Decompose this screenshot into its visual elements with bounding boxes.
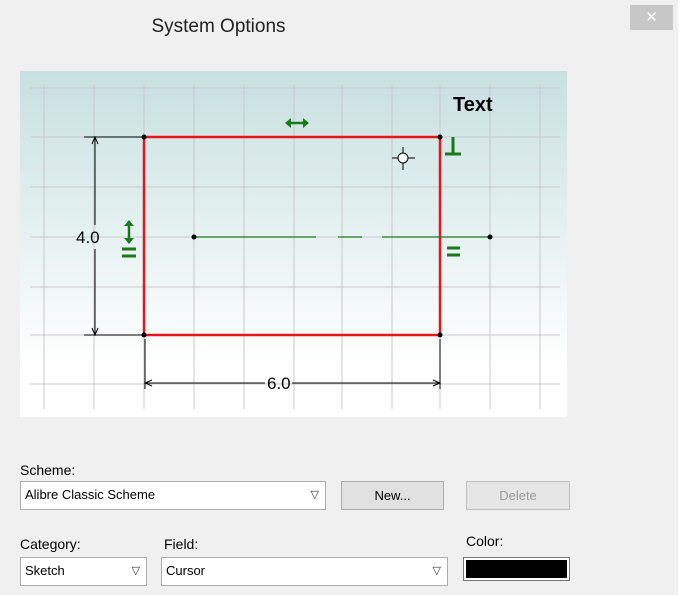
sketch-preview-canvas: 4.0 6.0 Text [30, 85, 560, 409]
new-scheme-button[interactable]: New... [341, 481, 444, 510]
title-bar: System Options ✕ [0, 0, 681, 52]
delete-scheme-button[interactable]: Delete [466, 481, 570, 510]
chevron-down-icon: ▽ [432, 565, 441, 577]
color-label: Color: [466, 533, 504, 549]
sample-text: Text [453, 94, 493, 116]
perpendicular-constraint-icon [445, 137, 461, 156]
color-swatch [466, 560, 567, 578]
field-value: Cursor [166, 563, 206, 578]
horizontal-constraint-icon [285, 118, 309, 128]
color-swatch-button[interactable] [463, 557, 570, 581]
height-dimension-label: 4.0 [76, 228, 100, 247]
chevron-down-icon: ▽ [310, 489, 319, 501]
category-dropdown[interactable]: Sketch ▽ [20, 557, 147, 586]
line-endpoint [191, 234, 197, 240]
window-title: System Options [151, 16, 286, 37]
grid [30, 85, 560, 409]
width-dimension-label: 6.0 [267, 374, 291, 393]
scheme-dropdown[interactable]: Alibre Classic Scheme ▽ [20, 481, 326, 510]
category-value: Sketch [25, 563, 65, 578]
field-label: Field: [164, 536, 199, 552]
category-label: Category: [20, 536, 81, 552]
crosshair-cursor-icon [392, 147, 415, 170]
width-dimension[interactable] [143, 339, 442, 389]
rectangle-vertices [141, 134, 443, 338]
close-button[interactable]: ✕ [630, 5, 673, 30]
field-dropdown[interactable]: Cursor ▽ [161, 557, 448, 586]
scheme-label: Scheme: [20, 462, 76, 478]
sketch-preview: 4.0 6.0 Text [20, 71, 567, 417]
line-endpoint [487, 234, 493, 240]
sketch-rectangle[interactable] [142, 135, 442, 337]
equal-constraint-icon [122, 247, 136, 258]
vertical-constraint-icon [124, 220, 134, 244]
scheme-value: Alibre Classic Scheme [25, 487, 156, 502]
chevron-down-icon: ▽ [131, 565, 140, 577]
equal-constraint-icon [447, 246, 460, 257]
